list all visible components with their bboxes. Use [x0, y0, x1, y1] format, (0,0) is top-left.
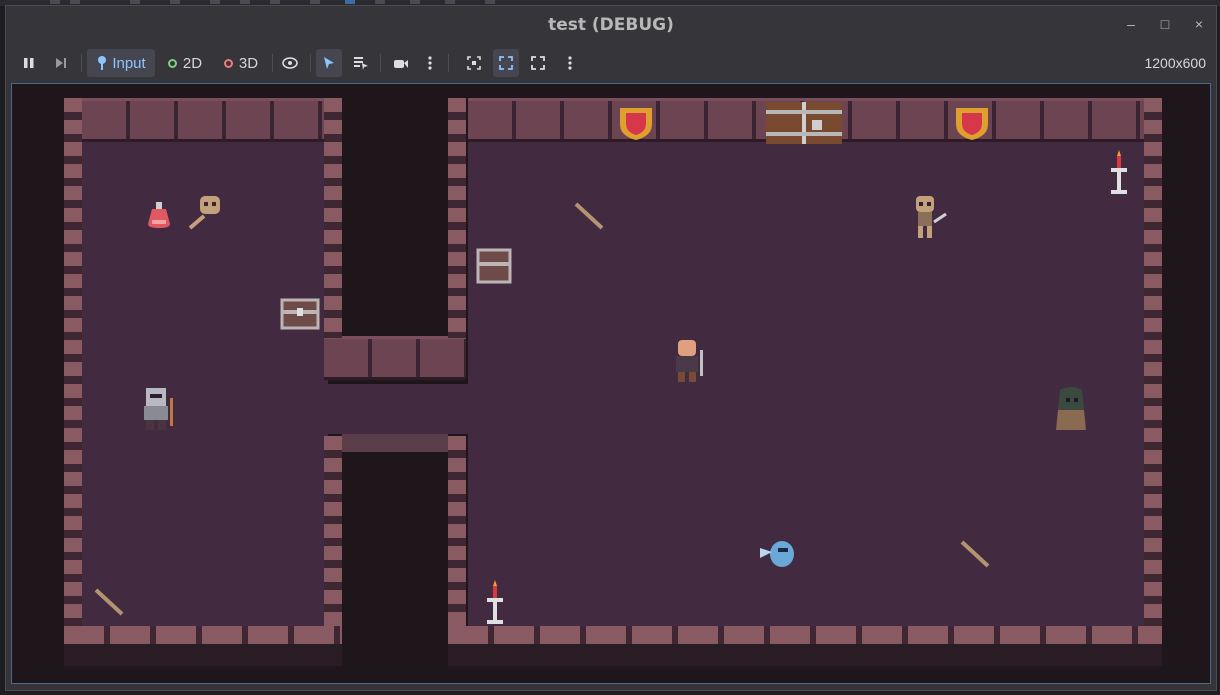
- focus-frame-icon: [467, 56, 481, 70]
- knight-character[interactable]: [136, 386, 182, 432]
- right-room-bottom-wall: [448, 626, 1162, 644]
- bone: [574, 202, 604, 230]
- pause-icon: [24, 58, 34, 68]
- wooden-crate[interactable]: [476, 248, 512, 284]
- view-options-button[interactable]: [561, 49, 579, 77]
- skull-and-bone: [188, 196, 220, 230]
- blue-ghost-enemy[interactable]: [758, 534, 798, 572]
- left-room-wall-base: [64, 644, 342, 666]
- corridor-floor: [328, 384, 468, 434]
- kebab-menu-icon: [568, 56, 572, 70]
- bone: [94, 588, 124, 616]
- mode-3d-button[interactable]: 3D: [215, 49, 267, 77]
- game-viewport[interactable]: [11, 83, 1211, 684]
- select-tool-button[interactable]: [316, 49, 342, 77]
- joystick-icon: [98, 56, 107, 70]
- double-door: [766, 102, 842, 144]
- camera-override-button[interactable]: [388, 49, 414, 77]
- window-title: test (DEBUG): [548, 15, 674, 35]
- step-frame-button[interactable]: [48, 49, 74, 77]
- right-room-left-wall-lower: [448, 436, 466, 643]
- hooded-cultist-enemy[interactable]: [1052, 386, 1090, 434]
- right-room-left-wall-upper: [448, 98, 466, 338]
- mode-2d-button[interactable]: 2D: [160, 49, 210, 77]
- red-potion[interactable]: [146, 200, 172, 230]
- debug-toolbar: Input 2D 3D 1200x600: [6, 44, 1216, 81]
- separator: [272, 54, 273, 72]
- circle-3d-icon: [223, 58, 233, 68]
- shield-banner: [956, 108, 988, 140]
- visibility-button[interactable]: [277, 49, 303, 77]
- player-hero[interactable]: [666, 336, 712, 384]
- resolution-label: 1200x600: [1144, 55, 1206, 71]
- camera-options-button[interactable]: [421, 49, 439, 77]
- list-pointer-icon: [354, 57, 368, 70]
- skeleton-enemy[interactable]: [904, 194, 950, 240]
- circle-2d-icon: [167, 58, 177, 68]
- right-room-wall-base: [448, 644, 1162, 666]
- separator: [310, 54, 311, 72]
- separator: [81, 54, 82, 72]
- lower-gap-top-wall: [342, 434, 448, 452]
- candle-stand: [1111, 150, 1127, 194]
- left-room-back-wall: [82, 98, 328, 142]
- game-window: test (DEBUG) – □ × Input 2D 3D 1200x600: [5, 5, 1217, 691]
- mode-2d-label: 2D: [182, 54, 203, 72]
- camera-icon: [394, 60, 408, 68]
- left-room-bottom-wall: [64, 626, 342, 644]
- mode-3d-label: 3D: [238, 54, 259, 72]
- embed-window-button[interactable]: [461, 49, 487, 77]
- corridor-wall: [324, 336, 466, 380]
- next-frame-icon: [56, 58, 66, 68]
- left-wall: [64, 98, 82, 643]
- left-room-right-wall-upper: [324, 98, 342, 338]
- fit-icon: [499, 56, 513, 70]
- minimize-button[interactable]: –: [1121, 14, 1141, 34]
- pointer-icon: [324, 57, 334, 69]
- bone: [960, 540, 990, 568]
- separator: [448, 54, 449, 72]
- fullscreen-button[interactable]: [525, 49, 551, 77]
- close-button[interactable]: ×: [1189, 14, 1209, 34]
- right-room-floor: [468, 142, 1144, 629]
- shield-banner: [620, 108, 652, 140]
- input-toggle[interactable]: Input: [87, 49, 155, 77]
- title-bar[interactable]: test (DEBUG) – □ ×: [6, 6, 1216, 43]
- candle-stand: [487, 580, 503, 624]
- expand-icon: [531, 56, 545, 70]
- separator: [380, 54, 381, 72]
- left-room-right-wall-lower: [324, 436, 342, 643]
- fit-to-window-button[interactable]: [493, 49, 519, 77]
- eye-icon: [282, 57, 298, 69]
- treasure-chest[interactable]: [280, 296, 320, 330]
- list-select-button[interactable]: [348, 49, 374, 77]
- input-label: Input: [112, 54, 146, 72]
- pause-button[interactable]: [16, 49, 42, 77]
- maximize-button[interactable]: □: [1155, 14, 1175, 34]
- kebab-menu-icon: [428, 56, 432, 70]
- right-wall: [1144, 98, 1162, 643]
